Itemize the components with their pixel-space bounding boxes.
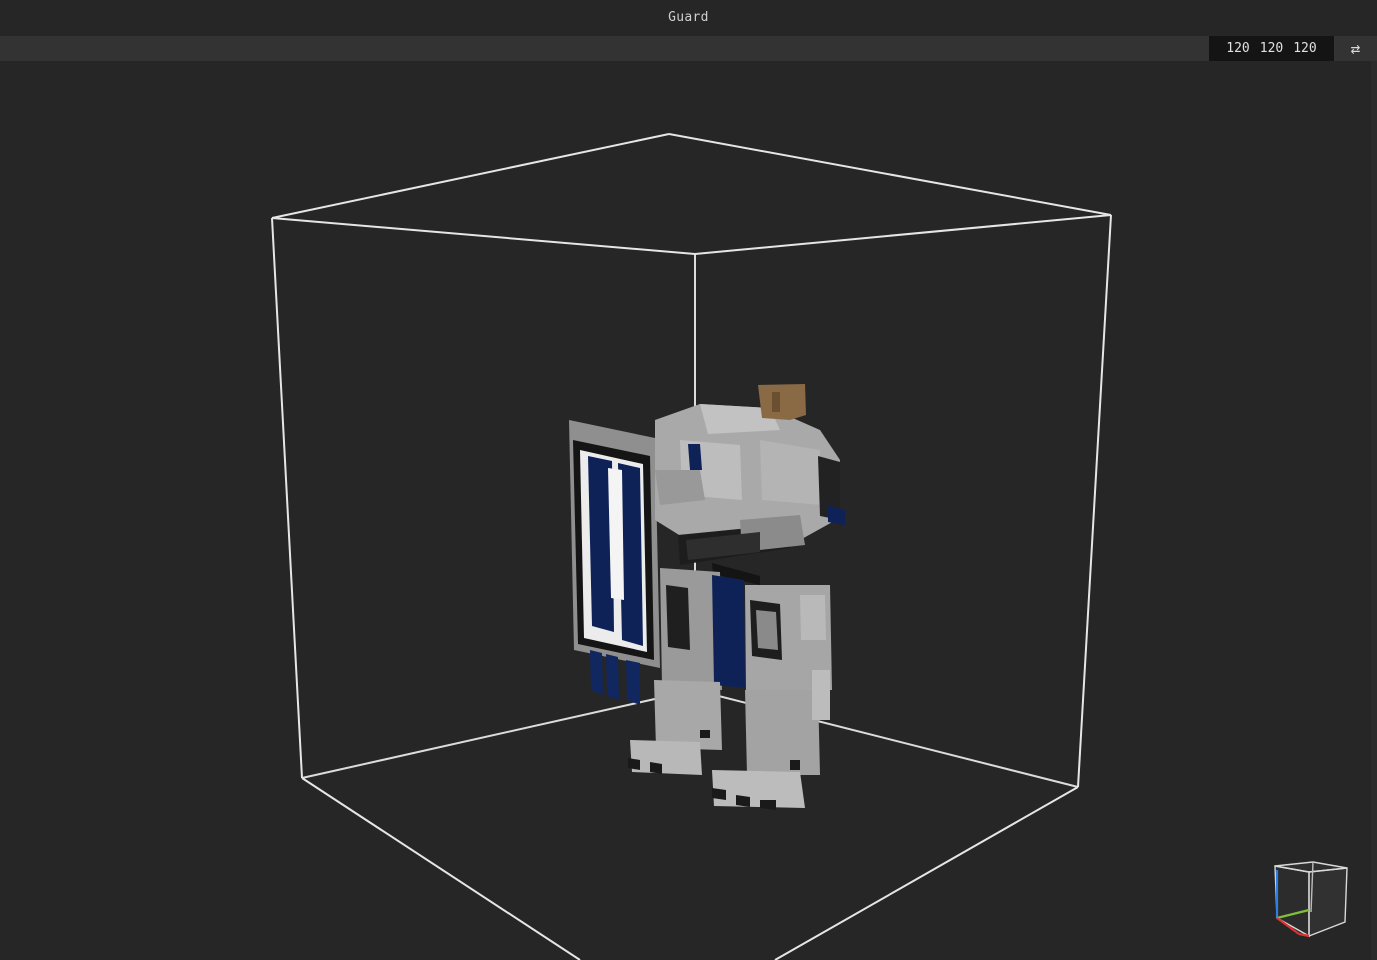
navigation-cube-icon[interactable] bbox=[1265, 860, 1355, 942]
3d-viewport[interactable] bbox=[0, 61, 1377, 960]
dimension-y[interactable]: 120 bbox=[1260, 41, 1283, 56]
dimensions-field[interactable]: 120 120 120 bbox=[1209, 36, 1334, 61]
viewport-scrollbar[interactable] bbox=[1371, 61, 1377, 960]
title-bar: Guard bbox=[0, 0, 1377, 36]
toolbar: 120 120 120 ⇄ bbox=[0, 36, 1377, 61]
dimension-z[interactable]: 120 bbox=[1293, 41, 1316, 56]
swap-button[interactable]: ⇄ bbox=[1334, 36, 1377, 61]
voxel-editor-window: Guard 120 120 120 ⇄ bbox=[0, 0, 1377, 960]
scene-canvas[interactable] bbox=[0, 61, 1377, 960]
guard-mech-model[interactable] bbox=[569, 384, 845, 810]
window-title: Guard bbox=[668, 10, 709, 25]
head-antenna bbox=[758, 384, 806, 420]
shield bbox=[569, 420, 660, 705]
swap-arrows-icon: ⇄ bbox=[1350, 39, 1361, 58]
dimension-x[interactable]: 120 bbox=[1226, 41, 1249, 56]
